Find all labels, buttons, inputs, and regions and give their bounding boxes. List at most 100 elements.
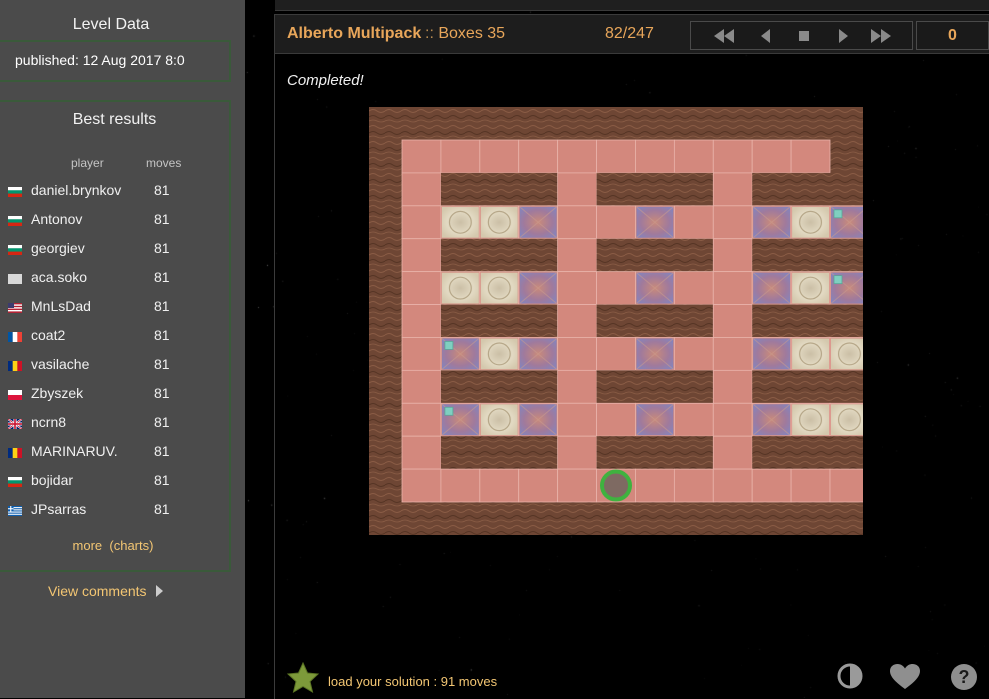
tile-floor[interactable] xyxy=(401,369,442,404)
tile-wall[interactable] xyxy=(674,172,714,207)
tile-floor[interactable] xyxy=(751,139,792,174)
tile-box-on-goal[interactable] xyxy=(635,271,675,305)
tile-box-on-goal[interactable] xyxy=(635,205,675,240)
tile-floor[interactable] xyxy=(440,468,481,503)
player-name[interactable]: vasilache xyxy=(31,356,89,372)
tile-floor[interactable] xyxy=(557,468,597,503)
player-name[interactable]: MARINARUV. xyxy=(31,443,118,459)
tile-floor[interactable] xyxy=(712,172,753,207)
tile-box-on-goal[interactable] xyxy=(518,271,559,305)
tile-floor[interactable] xyxy=(712,468,753,503)
tile-floor[interactable] xyxy=(401,468,442,503)
stop-icon[interactable] xyxy=(789,26,819,46)
tile-wall[interactable] xyxy=(596,436,636,470)
tile-floor[interactable] xyxy=(673,271,714,305)
player-name[interactable]: aca.soko xyxy=(31,269,87,285)
contrast-icon[interactable] xyxy=(836,662,864,690)
tile-wall[interactable] xyxy=(752,370,792,404)
tile-goal[interactable] xyxy=(479,337,520,371)
tile-wall[interactable] xyxy=(479,370,520,404)
tile-wall[interactable] xyxy=(596,172,636,207)
tile-wall[interactable] xyxy=(830,436,863,470)
tile-box-on-goal-marked[interactable] xyxy=(440,402,481,437)
tile-floor[interactable] xyxy=(479,139,520,174)
tile-floor[interactable] xyxy=(712,205,753,240)
tile-wall[interactable] xyxy=(752,304,792,338)
player-name[interactable]: Antonov xyxy=(31,211,82,227)
tile-floor[interactable] xyxy=(673,139,714,174)
tile-box-on-goal[interactable] xyxy=(751,205,792,240)
tile-floor[interactable] xyxy=(596,337,636,371)
tile-wall[interactable] xyxy=(479,172,520,207)
tile-floor[interactable] xyxy=(557,271,597,305)
tile-box-on-goal[interactable] xyxy=(518,337,559,371)
tile-goal[interactable] xyxy=(790,337,831,371)
tile-floor[interactable] xyxy=(790,139,831,174)
last-level-icon[interactable] xyxy=(866,26,896,46)
tile-wall[interactable] xyxy=(479,238,520,273)
tile-floor[interactable] xyxy=(596,205,636,240)
tile-goal[interactable] xyxy=(790,402,831,437)
tile-box-on-goal[interactable] xyxy=(751,271,792,305)
tile-floor[interactable] xyxy=(712,369,753,404)
tile-goal[interactable] xyxy=(829,402,863,437)
tile-wall[interactable] xyxy=(674,436,714,470)
tile-floor[interactable] xyxy=(596,139,636,174)
tile-floor[interactable] xyxy=(557,304,597,338)
tile-goal[interactable] xyxy=(829,337,863,371)
tile-floor[interactable] xyxy=(712,402,753,437)
tile-wall[interactable] xyxy=(440,370,481,404)
tile-wall[interactable] xyxy=(596,304,636,338)
tile-floor[interactable] xyxy=(557,139,597,174)
player-name[interactable]: bojidar xyxy=(31,472,73,488)
tile-goal[interactable] xyxy=(479,205,520,240)
tile-floor[interactable] xyxy=(401,139,442,174)
tile-wall[interactable] xyxy=(635,436,675,470)
tile-floor[interactable] xyxy=(712,337,753,371)
load-solution-link[interactable]: load your solution : 91 moves xyxy=(328,674,497,689)
tile-floor[interactable] xyxy=(401,271,442,305)
tile-floor[interactable] xyxy=(518,139,559,174)
player-name[interactable]: JPsarras xyxy=(31,501,86,517)
tile-floor[interactable] xyxy=(596,271,636,305)
tile-floor[interactable] xyxy=(401,337,442,371)
player-name[interactable]: coat2 xyxy=(31,327,65,343)
tile-wall[interactable] xyxy=(440,172,481,207)
tile-floor[interactable] xyxy=(712,139,753,174)
tile-box-on-goal[interactable] xyxy=(751,402,792,437)
tile-floor[interactable] xyxy=(440,139,481,174)
tile-wall[interactable] xyxy=(479,436,520,470)
tile-floor[interactable] xyxy=(596,402,636,437)
tile-wall[interactable] xyxy=(674,238,714,273)
tile-wall[interactable] xyxy=(791,172,831,207)
tile-box-on-goal[interactable] xyxy=(518,402,559,437)
tile-floor[interactable] xyxy=(673,402,714,437)
tile-wall[interactable] xyxy=(752,436,792,470)
tile-wall[interactable] xyxy=(596,370,636,404)
tile-floor[interactable] xyxy=(712,238,753,273)
first-level-icon[interactable] xyxy=(709,26,739,46)
tile-floor[interactable] xyxy=(829,468,863,503)
tile-floor[interactable] xyxy=(401,205,442,240)
tile-floor[interactable] xyxy=(712,435,753,470)
tile-wall[interactable] xyxy=(518,370,559,404)
tile-wall[interactable] xyxy=(791,238,831,273)
tile-floor[interactable] xyxy=(557,402,597,437)
tile-goal[interactable] xyxy=(790,271,831,305)
next-level-icon[interactable] xyxy=(828,26,858,46)
sokoban-board[interactable] xyxy=(369,107,863,535)
charts-link[interactable]: (charts) xyxy=(109,538,153,553)
tile-wall[interactable] xyxy=(440,238,481,273)
tile-floor[interactable] xyxy=(712,304,753,338)
tile-floor[interactable] xyxy=(712,271,753,305)
tile-wall[interactable] xyxy=(791,370,831,404)
tile-wall[interactable] xyxy=(791,304,831,338)
star-icon[interactable] xyxy=(286,662,320,694)
tile-wall[interactable] xyxy=(635,172,675,207)
more-link[interactable]: more xyxy=(73,538,103,553)
tile-floor[interactable] xyxy=(401,172,442,207)
player-name[interactable]: MnLsDad xyxy=(31,298,91,314)
tile-wall[interactable] xyxy=(674,304,714,338)
tile-floor[interactable] xyxy=(557,369,597,404)
tile-floor[interactable] xyxy=(557,435,597,470)
